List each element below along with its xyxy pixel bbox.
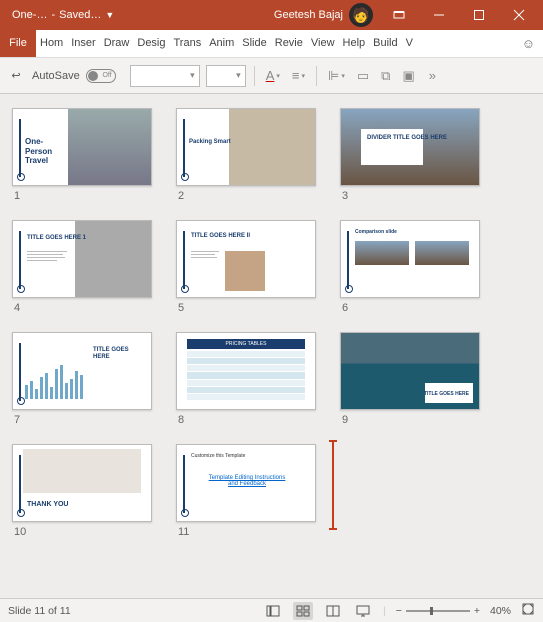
slide-title: TITLE GOES HERE 1: [27, 235, 86, 242]
slide-number: 9: [340, 414, 480, 426]
slide-thumb-9[interactable]: TITLE GOES HERE 9: [340, 332, 480, 426]
user-name: Geetesh Bajaj: [274, 9, 343, 21]
close-button[interactable]: [499, 0, 539, 30]
tab-help[interactable]: Help: [339, 30, 370, 57]
chart-bars: [25, 359, 83, 399]
slide-title: THANK YOU: [27, 501, 68, 509]
slide-number: 2: [176, 190, 316, 202]
zoom-in-icon[interactable]: +: [474, 605, 480, 617]
slide-title: Comparison slide: [355, 229, 397, 235]
slide-number: 7: [12, 414, 152, 426]
undo-icon[interactable]: ↩: [6, 66, 26, 86]
reading-view-button[interactable]: [323, 602, 343, 620]
doc-name: One-…: [12, 9, 47, 21]
slide-thumb-3[interactable]: DIVIDER TITLE GOES HERE 3: [340, 108, 480, 202]
insertion-cursor: [332, 440, 334, 530]
titlebar: One-… - Saved… ▼ Geetesh Bajaj 🧑: [0, 0, 543, 30]
user-account[interactable]: Geetesh Bajaj 🧑: [268, 3, 379, 27]
slide-number: 11: [176, 526, 316, 538]
slide-thumb-7[interactable]: TITLE GOES HERE 7: [12, 332, 152, 426]
font-size-combo[interactable]: ▾: [206, 65, 246, 87]
slide-number: 10: [12, 526, 152, 538]
slide-title: PRICING TABLES: [187, 339, 305, 349]
font-family-combo[interactable]: ▾: [130, 65, 200, 87]
slide-title: One-Person Travel: [25, 137, 70, 166]
tab-insert[interactable]: Inser: [67, 30, 99, 57]
autosave-toggle[interactable]: AutoSave Off: [32, 69, 116, 83]
font-color-button[interactable]: A▾: [263, 66, 283, 85]
save-status: Saved…: [59, 9, 101, 21]
slide-title: Packing Smart: [189, 139, 231, 146]
slide-thumb-5[interactable]: TITLE GOES HERE II 5: [176, 220, 316, 314]
feedback-smiley-icon[interactable]: ☺: [514, 30, 543, 57]
slide-thumb-10[interactable]: THANK YOU 10: [12, 444, 152, 538]
slide-number: 1: [12, 190, 152, 202]
ribbon-display-button[interactable]: [379, 0, 419, 30]
slide-title: Customize this Template: [191, 453, 245, 459]
slide-sorter-view-button[interactable]: [293, 602, 313, 620]
slide-number: 6: [340, 302, 480, 314]
doc-separator: -: [51, 9, 55, 21]
maximize-button[interactable]: [459, 0, 499, 30]
chevron-down-icon[interactable]: ▼: [105, 10, 114, 20]
autosave-label: AutoSave: [32, 70, 80, 82]
slide-thumb-4[interactable]: TITLE GOES HERE 1 4: [12, 220, 152, 314]
zoom-out-icon[interactable]: −: [396, 605, 402, 617]
zoom-slider[interactable]: − +: [396, 605, 480, 617]
slide-thumb-8[interactable]: PRICING TABLES 8: [176, 332, 316, 426]
slide-title: DIVIDER TITLE GOES HERE: [367, 135, 447, 142]
slideshow-button[interactable]: [353, 602, 373, 620]
tab-build[interactable]: Build: [369, 30, 401, 57]
toggle-off-icon: Off: [86, 69, 116, 83]
minimize-button[interactable]: [419, 0, 459, 30]
arrange-button[interactable]: ▭: [354, 66, 372, 86]
slide-thumb-6[interactable]: Comparison slide 6: [340, 220, 480, 314]
tab-file[interactable]: File: [0, 30, 36, 57]
bring-forward-button[interactable]: ▣: [399, 66, 417, 86]
slide-number: 8: [176, 414, 316, 426]
slide-number: 4: [12, 302, 152, 314]
slide-title: TITLE GOES HERE II: [191, 233, 250, 240]
tab-slideshow[interactable]: Slide: [238, 30, 270, 57]
slide-thumb-2[interactable]: Packing Smart 2: [176, 108, 316, 202]
slide-thumb-1[interactable]: One-Person Travel 1: [12, 108, 152, 202]
align-objects-button[interactable]: ⊫▾: [325, 66, 348, 86]
tab-draw[interactable]: Draw: [100, 30, 134, 57]
tab-transitions[interactable]: Trans: [170, 30, 206, 57]
statusbar: Slide 11 of 11 | − + 40%: [0, 598, 543, 622]
slide-link: Template Editing Instructions and Feedba…: [207, 475, 287, 487]
tab-overflow[interactable]: V: [402, 30, 417, 57]
user-avatar: 🧑: [349, 3, 373, 27]
slide-number: 3: [340, 190, 480, 202]
slide-number: 5: [176, 302, 316, 314]
tab-animations[interactable]: Anim: [205, 30, 238, 57]
group-button[interactable]: ⧉: [378, 66, 393, 86]
ribbon-toolbar: ↩ AutoSave Off ▾ ▾ A▾ ≡▾ ⊫▾ ▭ ⧉ ▣ »: [0, 58, 543, 94]
slide-title: TITLE GOES HERE: [424, 391, 469, 397]
tab-view[interactable]: View: [307, 30, 339, 57]
ribbon-tabs: File Hom Inser Draw Desig Trans Anim Sli…: [0, 30, 543, 58]
align-button[interactable]: ≡▾: [289, 66, 308, 85]
zoom-level[interactable]: 40%: [490, 605, 511, 617]
fit-to-window-button[interactable]: [521, 602, 535, 619]
slide-thumb-11[interactable]: Customize this Template Template Editing…: [176, 444, 316, 538]
slide-title: TITLE GOES HERE: [93, 347, 139, 361]
tab-home[interactable]: Hom: [36, 30, 67, 57]
tab-review[interactable]: Revie: [271, 30, 307, 57]
slide-count[interactable]: Slide 11 of 11: [8, 605, 71, 617]
overflow-button[interactable]: »: [426, 66, 439, 85]
tab-design[interactable]: Desig: [133, 30, 169, 57]
normal-view-button[interactable]: [263, 602, 283, 620]
document-title[interactable]: One-… - Saved… ▼: [4, 9, 122, 21]
slide-sorter-view[interactable]: One-Person Travel 1 Packing Smart 2 DIVI…: [0, 94, 543, 598]
